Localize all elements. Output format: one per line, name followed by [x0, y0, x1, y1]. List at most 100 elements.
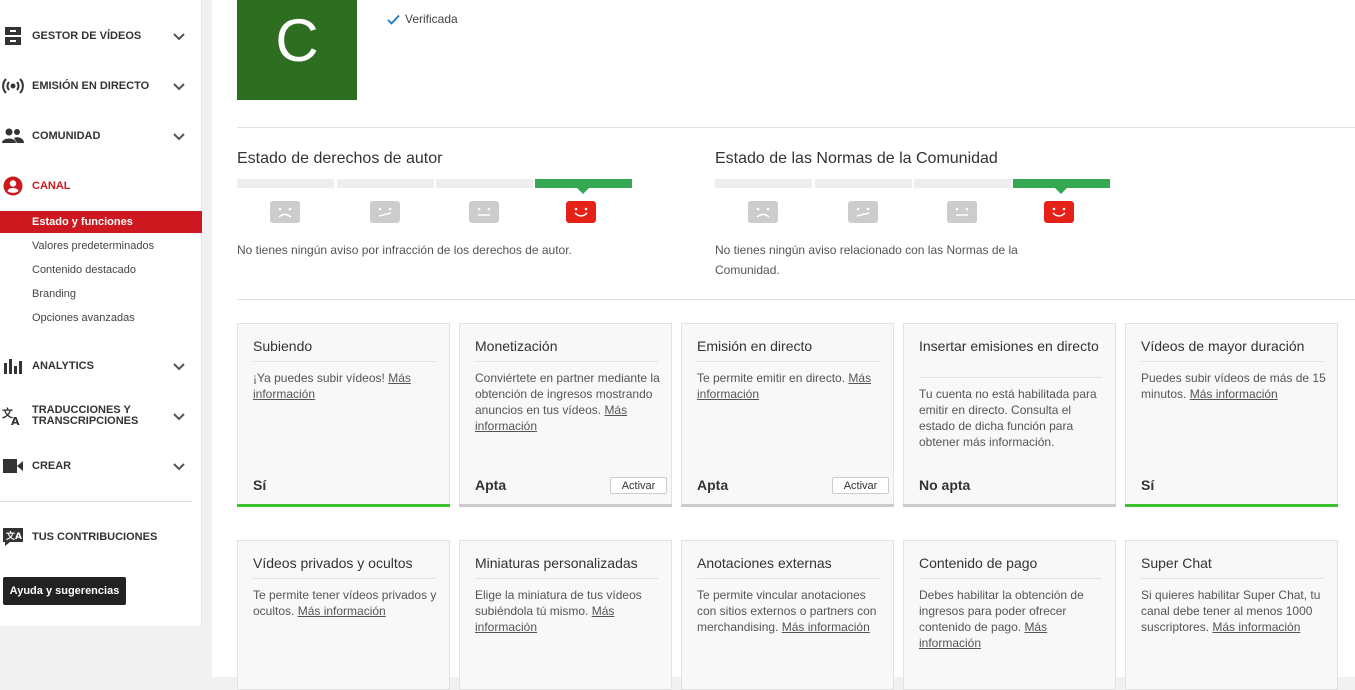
- card-title: Subiendo: [253, 338, 313, 354]
- activate-button[interactable]: Activar: [610, 477, 667, 494]
- checkmark-icon: [387, 14, 400, 25]
- card-text: Debes habilitar la obtención de ingresos…: [919, 587, 1104, 651]
- more-info-link[interactable]: Más información: [1190, 387, 1278, 401]
- verified-label: Verificada: [405, 12, 458, 26]
- copyright-strike-meter: [237, 179, 637, 194]
- svg-text:A: A: [11, 415, 20, 426]
- chevron-down-icon[interactable]: [172, 409, 186, 423]
- nav-item-channel[interactable]: CANAL: [0, 168, 202, 204]
- card-state: Apta: [475, 477, 507, 493]
- more-info-link[interactable]: Más información: [782, 620, 870, 634]
- card-text: Si quieres habilitar Super Chat, tu cana…: [1141, 587, 1326, 635]
- happy-face-icon: [1044, 201, 1074, 223]
- card-status-bar: [903, 504, 1116, 507]
- card-description: ¡Ya puedes subir vídeos!: [253, 371, 385, 385]
- feature-card-embed-live: Insertar emisiones en directo Tu cuenta …: [903, 323, 1116, 507]
- nav-item-live[interactable]: EMISIÓN EN DIRECTO: [0, 68, 202, 104]
- happy-face-icon: [566, 201, 596, 223]
- sub-item-label: Contenido destacado: [32, 264, 136, 276]
- community-message-line: No tienes ningún aviso relacionado con l…: [715, 243, 1018, 257]
- more-info-link[interactable]: Más información: [1212, 620, 1300, 634]
- chevron-down-icon[interactable]: [172, 359, 186, 373]
- feature-card-super-chat: Super Chat Si quieres habilitar Super Ch…: [1125, 540, 1338, 690]
- translate-icon: 文A: [2, 405, 24, 427]
- sub-item-advanced[interactable]: Opciones avanzadas: [0, 307, 202, 329]
- card-state: No apta: [919, 477, 971, 493]
- nav-label: GESTOR DE VÍDEOS: [32, 29, 142, 42]
- card-description: Debes habilitar la obtención de ingresos…: [919, 588, 1084, 634]
- nav-item-contributions[interactable]: 文A TUS CONTRIBUCIONES: [0, 519, 202, 555]
- nav-item-video-manager[interactable]: GESTOR DE VÍDEOS: [0, 18, 202, 54]
- feature-card-custom-thumbnails: Miniaturas personalizadas Elige la minia…: [459, 540, 672, 690]
- card-state: Apta: [697, 477, 729, 493]
- card-text: Puedes subir vídeos de más de 15 minutos…: [1141, 370, 1326, 402]
- nav-label: CANAL: [32, 179, 71, 192]
- card-text: Te permite tener vídeos privados y ocult…: [253, 587, 438, 619]
- card-divider: [697, 361, 880, 362]
- neutral-face-icon: [469, 201, 499, 223]
- card-divider: [919, 578, 1102, 579]
- meter-pointer: [1055, 188, 1067, 194]
- meter-segment: [715, 179, 812, 188]
- community-icon: [2, 125, 24, 147]
- meter-segment-active: [535, 179, 632, 188]
- card-title: Contenido de pago: [919, 555, 1038, 571]
- meter-segment: [914, 179, 1011, 188]
- feature-card-upload: Subiendo ¡Ya puedes subir vídeos! Más in…: [237, 323, 450, 507]
- meter-pointer: [577, 188, 589, 194]
- chevron-down-icon[interactable]: [172, 79, 186, 93]
- copyright-status-title: Estado de derechos de autor: [237, 150, 443, 167]
- card-state: Sí: [253, 477, 267, 493]
- card-status-bar: [459, 504, 672, 507]
- meter-segment: [815, 179, 912, 188]
- meter-segment-active: [1013, 179, 1110, 188]
- divider: [237, 299, 1355, 300]
- feature-card-external-annotations: Anotaciones externas Te permite vincular…: [681, 540, 894, 690]
- nav-item-community[interactable]: COMUNIDAD: [0, 118, 202, 154]
- sidebar-divider: [0, 501, 192, 502]
- card-title: Anotaciones externas: [697, 555, 832, 571]
- meter-segment: [436, 179, 533, 188]
- nav-label: EMISIÓN EN DIRECTO: [32, 79, 150, 92]
- activate-button[interactable]: Activar: [832, 477, 889, 494]
- nav-item-create[interactable]: CREAR: [0, 448, 202, 484]
- feature-card-paid-content: Contenido de pago Debes habilitar la obt…: [903, 540, 1116, 690]
- sub-item-branding[interactable]: Branding: [0, 283, 202, 305]
- chevron-down-icon[interactable]: [172, 459, 186, 473]
- card-description: Te permite emitir en directo.: [697, 371, 846, 385]
- sub-item-label: Valores predeterminados: [32, 240, 155, 252]
- nav-label: ANALYTICS: [32, 359, 94, 372]
- feature-card-private-videos: Vídeos privados y ocultos Te permite ten…: [237, 540, 450, 690]
- help-feedback-button[interactable]: Ayuda y sugerencias: [3, 577, 126, 605]
- main-content: C Verificada Estado de derechos de autor…: [212, 0, 1355, 690]
- divider: [237, 127, 1355, 128]
- nav-label: COMUNIDAD: [32, 129, 101, 142]
- sub-item-featured-content[interactable]: Contenido destacado: [0, 259, 202, 281]
- create-icon: [2, 455, 24, 477]
- chevron-down-icon[interactable]: [172, 29, 186, 43]
- nav-item-translations[interactable]: 文A TRADUCCIONES Y TRANSCRIPCIONES: [0, 398, 202, 434]
- card-title: Monetización: [475, 338, 558, 354]
- sub-item-defaults[interactable]: Valores predeterminados: [0, 235, 202, 257]
- card-title: Emisión en directo: [697, 338, 813, 354]
- card-title: Insertar emisiones en directo: [919, 338, 1099, 354]
- card-text: Conviértete en partner mediante la obten…: [475, 370, 660, 434]
- chevron-down-icon[interactable]: [172, 129, 186, 143]
- card-description: Tu cuenta no está habilitada para emitir…: [919, 387, 1097, 449]
- nav-item-analytics[interactable]: ANALYTICS: [0, 348, 202, 384]
- card-title: Vídeos privados y ocultos: [253, 555, 413, 571]
- sub-item-status-features[interactable]: Estado y funciones: [0, 211, 202, 233]
- card-description: Conviértete en partner mediante la obten…: [475, 371, 660, 417]
- sub-item-label: Opciones avanzadas: [32, 312, 135, 324]
- community-status: Estado de las Normas de la Comunidad No …: [715, 150, 1115, 277]
- nav-label: TRADUCCIONES Y TRANSCRIPCIONES: [32, 404, 139, 427]
- meter-segment: [237, 179, 334, 188]
- community-status-title: Estado de las Normas de la Comunidad: [715, 150, 998, 167]
- community-strike-meter: [715, 179, 1115, 194]
- feature-card-monetization: Monetización Conviértete en partner medi…: [459, 323, 672, 507]
- video-manager-icon: [2, 25, 24, 47]
- card-divider: [919, 377, 1102, 378]
- channel-icon: [2, 175, 24, 197]
- channel-avatar[interactable]: C: [237, 0, 357, 100]
- more-info-link[interactable]: Más información: [298, 604, 386, 618]
